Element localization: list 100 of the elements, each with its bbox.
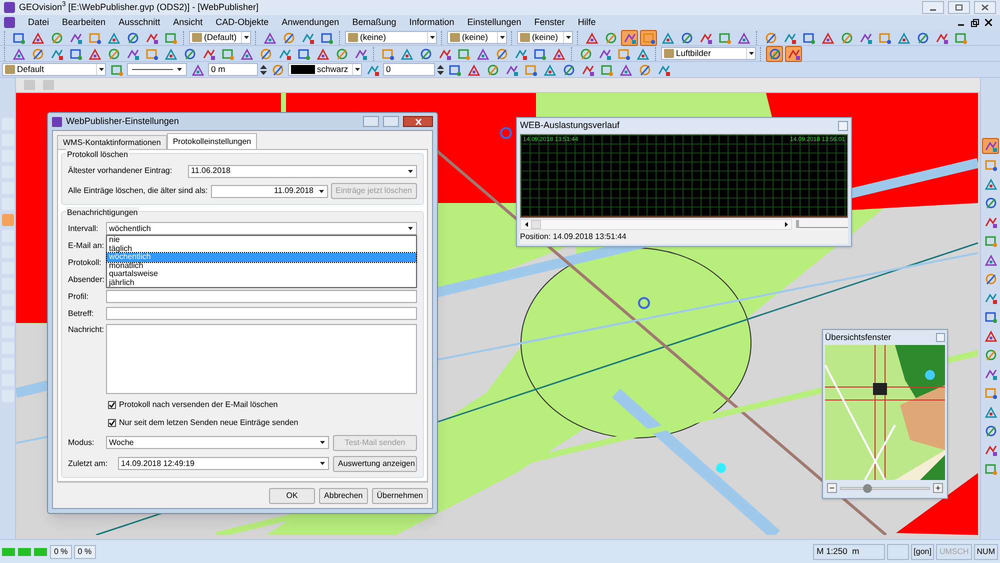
spinner-icon[interactable] xyxy=(260,64,267,76)
right-arrow-icon[interactable] xyxy=(784,222,788,226)
dropdown[interactable]: (Default) xyxy=(189,31,251,44)
restore-icon[interactable] xyxy=(971,18,979,26)
input-field[interactable] xyxy=(106,307,417,320)
dropdown-option[interactable]: monatlich xyxy=(107,262,416,270)
slider-thumb[interactable] xyxy=(863,484,872,492)
toolbar-button[interactable] xyxy=(982,176,999,192)
caret-icon xyxy=(244,36,248,39)
tool-icon xyxy=(984,310,998,324)
dropdown[interactable]: schwarz xyxy=(288,63,362,76)
dropdown[interactable]: (keine) xyxy=(517,31,573,44)
zoom-slider[interactable] xyxy=(840,486,930,490)
menu-item[interactable]: Datei xyxy=(28,16,50,30)
dropdown[interactable]: 14.09.2018 12:49:19 xyxy=(118,457,329,470)
dropdown[interactable]: 11.06.2018 xyxy=(188,164,417,178)
tool-icon xyxy=(320,30,334,44)
key-indicator: UMSCH xyxy=(936,544,972,560)
tool-icon xyxy=(476,46,490,60)
date-field[interactable]: 11.09.2018 xyxy=(210,184,328,198)
left-arrow-icon[interactable] xyxy=(524,222,528,226)
menu-item[interactable]: Einstellungen xyxy=(467,16,522,30)
dropdown-option[interactable]: täglich xyxy=(107,244,416,253)
label: Absender: xyxy=(68,274,106,286)
button[interactable]: Übernehmen xyxy=(372,488,428,504)
tool-icon xyxy=(258,46,272,60)
tool-icon xyxy=(840,30,854,44)
toolbar-button[interactable] xyxy=(766,46,783,62)
slider-thumb[interactable] xyxy=(796,220,799,228)
tool-icon xyxy=(984,272,998,286)
toolbar-button[interactable] xyxy=(982,252,999,268)
dropdown[interactable]: Woche xyxy=(106,436,329,449)
scrollbar[interactable] xyxy=(520,218,792,230)
tool-icon xyxy=(600,62,614,76)
document-icon xyxy=(4,17,15,28)
tool-icon xyxy=(144,46,158,60)
tool-icon xyxy=(30,30,44,44)
label: Alle Einträge löschen, die älter sind als: xyxy=(68,185,208,197)
button[interactable]: OK xyxy=(269,488,316,504)
activity-indicator xyxy=(2,548,48,556)
tool-icon xyxy=(448,62,462,76)
layer-icon xyxy=(5,65,15,74)
checkbox[interactable] xyxy=(108,401,116,409)
toolbar-button[interactable] xyxy=(982,328,999,344)
dropdown[interactable]: (keine) xyxy=(345,31,437,44)
caret-icon xyxy=(98,68,104,71)
tab[interactable]: WMS-Kontaktinformationen xyxy=(57,135,167,149)
input-field[interactable] xyxy=(106,290,417,303)
menu-item[interactable]: Information xyxy=(409,16,454,30)
toolbar-button[interactable] xyxy=(982,138,999,154)
tool-icon xyxy=(984,462,998,476)
menu-item[interactable]: Hilfe xyxy=(578,16,596,30)
menu-item[interactable]: CAD-Objekte xyxy=(216,16,269,30)
dropdown[interactable]: Luftbilder xyxy=(661,47,756,60)
tool-icon xyxy=(984,253,998,267)
tab[interactable]: Protokolleinstellungen xyxy=(166,133,258,149)
label: Modus: xyxy=(68,436,96,448)
line-style-dropdown[interactable] xyxy=(127,63,187,76)
maximize-icon xyxy=(955,4,963,11)
close-button[interactable] xyxy=(974,1,996,14)
zoom-in-button[interactable]: + xyxy=(933,483,943,493)
window-title: GEOvision$^{3}$ [E:\WebPublisher.gvp (ODS2)] - [WebPublisher] xyxy=(19,0,259,14)
dropdown-option[interactable]: jährlich xyxy=(107,278,416,287)
caret-icon xyxy=(566,36,570,39)
menu-item[interactable]: Anwendungen xyxy=(282,16,340,30)
spinner-icon[interactable] xyxy=(437,64,444,76)
toolbar-button[interactable] xyxy=(785,46,802,62)
tool-icon xyxy=(718,30,732,44)
message-box[interactable] xyxy=(106,324,417,394)
tool-icon xyxy=(896,30,910,44)
button[interactable]: Abbrechen xyxy=(319,488,368,504)
toolbar-button[interactable] xyxy=(640,30,657,46)
menu-item[interactable]: Bearbeiten xyxy=(62,16,106,30)
dropdown[interactable]: (keine) xyxy=(447,31,507,44)
checkbox[interactable] xyxy=(108,419,116,427)
input-field[interactable]: 0 xyxy=(383,63,435,76)
close-icon[interactable] xyxy=(985,19,992,26)
close-button[interactable] xyxy=(403,116,433,127)
minimize-button[interactable] xyxy=(922,1,944,14)
tool-icon xyxy=(182,46,196,60)
tool-icon xyxy=(12,30,26,44)
dropdown-option[interactable]: quartalsweise xyxy=(107,270,416,278)
toolbar-button[interactable] xyxy=(621,30,638,46)
toolbar-button[interactable] xyxy=(982,404,999,420)
dropdown-option[interactable]: nie xyxy=(107,236,416,244)
zoom-out-button[interactable]: − xyxy=(827,483,837,493)
input-field[interactable]: 0 m xyxy=(208,63,258,76)
tool-icon xyxy=(12,46,26,60)
menu-item[interactable]: Fenster xyxy=(534,16,565,30)
dropdown[interactable]: Default xyxy=(2,63,106,76)
tool-icon xyxy=(126,30,140,44)
menu-item[interactable]: Ausschnitt xyxy=(118,16,160,30)
tool-icon xyxy=(984,215,998,229)
tool-icon xyxy=(984,443,998,457)
menu-item[interactable]: Bemaßung xyxy=(352,16,396,30)
maximize-button[interactable] xyxy=(948,1,970,14)
menu-item[interactable]: Ansicht xyxy=(173,16,203,30)
button[interactable]: Auswertung anzeigen xyxy=(333,456,417,472)
zoom-slider[interactable] xyxy=(796,220,848,228)
dropdown[interactable]: wöchentlich xyxy=(106,222,417,235)
